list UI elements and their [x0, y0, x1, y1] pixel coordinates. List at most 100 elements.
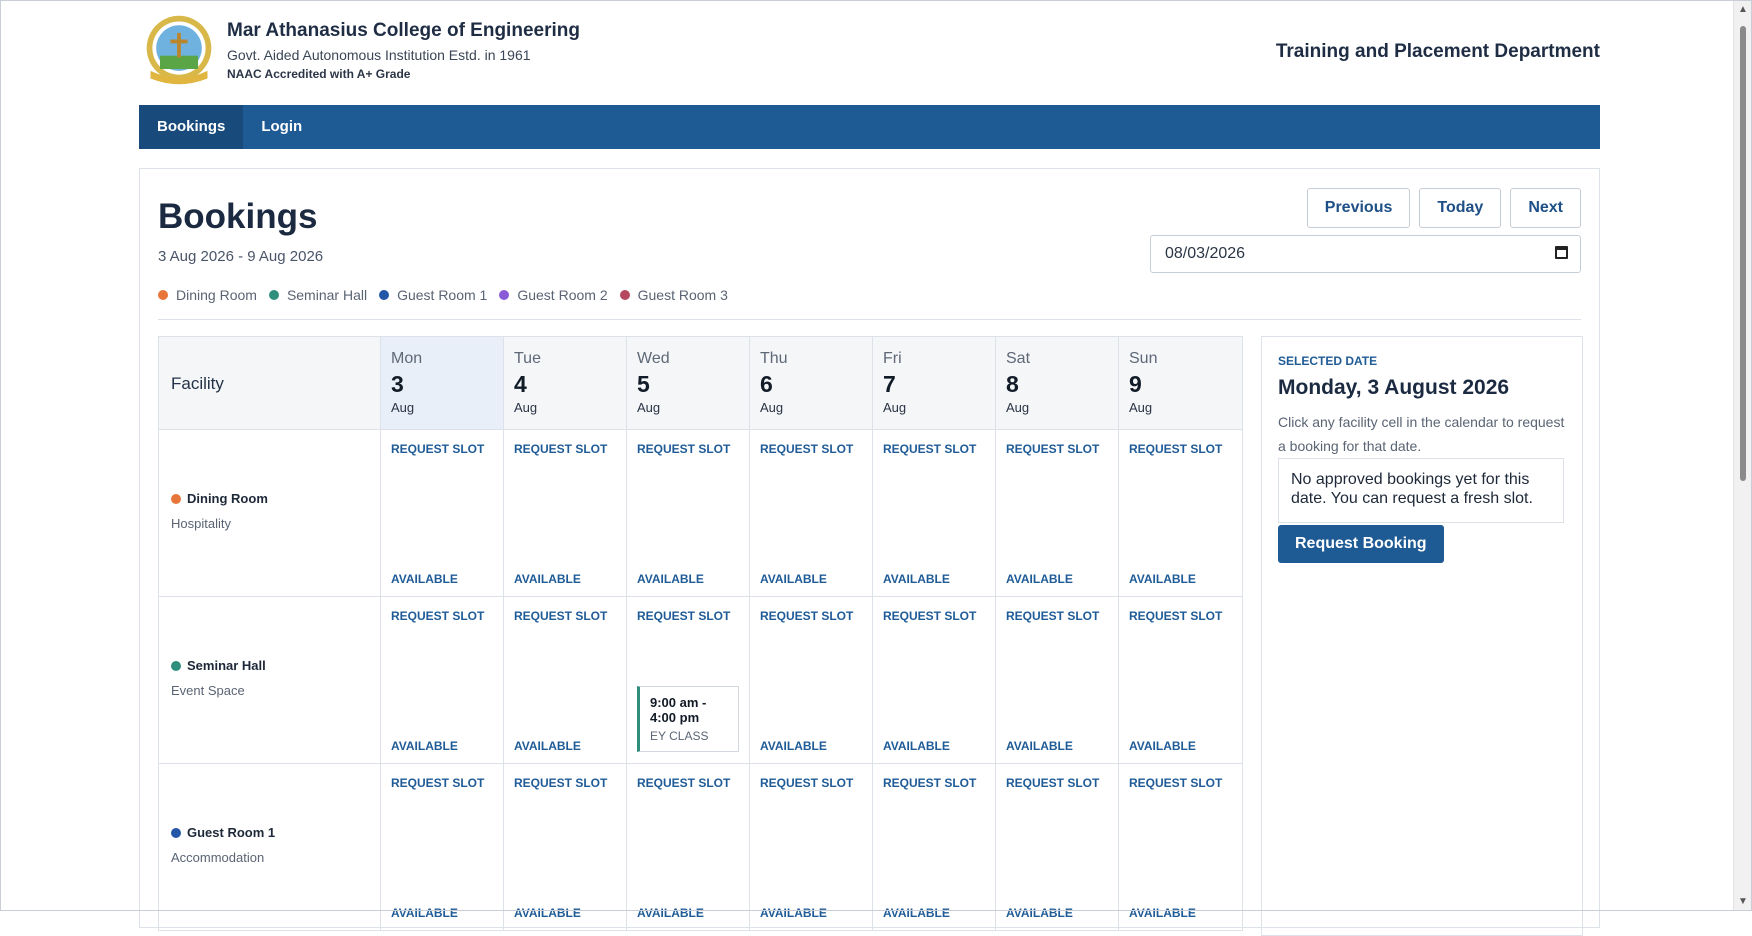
request-slot-link[interactable]: REQUEST SLOT	[637, 442, 730, 456]
request-slot-link[interactable]: REQUEST SLOT	[514, 609, 607, 623]
request-slot-link[interactable]: REQUEST SLOT	[883, 609, 976, 623]
facility-name: Guest Room 1	[171, 825, 275, 840]
day-header[interactable]: Mon 3 Aug	[381, 337, 504, 429]
slot-cell[interactable]: REQUEST SLOT 9:00 am - 4:00 pm EY CLASS	[627, 597, 750, 763]
request-slot-link[interactable]: REQUEST SLOT	[1006, 609, 1099, 623]
legend-item: Guest Room 2	[499, 287, 608, 303]
calendar-header-row: Facility Mon 3 Aug Tue 4 Aug Wed 5 Aug Thu 6 Aug…	[159, 337, 1242, 430]
slot-cell[interactable]: REQUEST SLOT AVAILABLE	[873, 764, 996, 930]
slot-cell[interactable]: REQUEST SLOT AVAILABLE	[504, 764, 627, 930]
availability-status: AVAILABLE	[391, 572, 458, 586]
availability-status: AVAILABLE	[1129, 572, 1196, 586]
availability-status: AVAILABLE	[760, 572, 827, 586]
legend-label: Dining Room	[176, 287, 257, 303]
slot-cell[interactable]: REQUEST SLOT AVAILABLE	[873, 430, 996, 596]
slot-cell[interactable]: REQUEST SLOT AVAILABLE	[381, 764, 504, 930]
availability-status: AVAILABLE	[514, 906, 581, 920]
facility-name: Seminar Hall	[171, 658, 266, 673]
request-booking-button[interactable]: Request Booking	[1278, 525, 1444, 563]
request-slot-link[interactable]: REQUEST SLOT	[883, 776, 976, 790]
slot-cell[interactable]: REQUEST SLOT AVAILABLE	[750, 430, 873, 596]
request-slot-link[interactable]: REQUEST SLOT	[637, 776, 730, 790]
slot-cell[interactable]: REQUEST SLOT AVAILABLE	[381, 597, 504, 763]
day-month: Aug	[391, 400, 415, 415]
facility-legend: Dining Room Seminar Hall Guest Room 1 Gu…	[158, 287, 728, 303]
request-slot-link[interactable]: REQUEST SLOT	[1006, 442, 1099, 456]
day-month: Aug	[637, 400, 661, 415]
scroll-up-icon[interactable]: ▲	[1738, 4, 1748, 15]
slot-cell[interactable]: REQUEST SLOT AVAILABLE	[381, 430, 504, 596]
day-header[interactable]: Sat 8 Aug	[996, 337, 1119, 429]
request-slot-link[interactable]: REQUEST SLOT	[1129, 442, 1222, 456]
scrollbar-thumb[interactable]	[1740, 26, 1746, 481]
availability-status: AVAILABLE	[883, 739, 950, 753]
divider	[158, 319, 1581, 320]
college-name: Mar Athanasius College of Engineering	[227, 20, 580, 41]
day-header[interactable]: Sun 9 Aug	[1119, 337, 1242, 429]
slot-cell[interactable]: REQUEST SLOT AVAILABLE	[996, 430, 1119, 596]
selected-date-panel: SELECTED DATE Monday, 3 August 2026 Clic…	[1261, 336, 1583, 936]
day-month: Aug	[883, 400, 907, 415]
booking-event[interactable]: 9:00 am - 4:00 pm EY CLASS	[637, 686, 739, 752]
slot-cell[interactable]: REQUEST SLOT AVAILABLE	[750, 764, 873, 930]
nav-bookings[interactable]: Bookings	[139, 105, 244, 149]
request-slot-link[interactable]: REQUEST SLOT	[760, 442, 853, 456]
legend-dot	[619, 290, 630, 300]
facility-name-label: Seminar Hall	[187, 658, 266, 673]
event-time: 9:00 am - 4:00 pm	[650, 695, 707, 725]
slot-cell[interactable]: REQUEST SLOT AVAILABLE	[1119, 597, 1242, 763]
request-slot-link[interactable]: REQUEST SLOT	[514, 442, 607, 456]
slot-cell[interactable]: REQUEST SLOT AVAILABLE	[504, 430, 627, 596]
facility-color-dot	[171, 827, 181, 838]
day-number: 7	[883, 371, 896, 397]
availability-status: AVAILABLE	[391, 739, 458, 753]
availability-status: AVAILABLE	[514, 739, 581, 753]
request-slot-link[interactable]: REQUEST SLOT	[760, 609, 853, 623]
slot-cell[interactable]: REQUEST SLOT AVAILABLE	[1119, 430, 1242, 596]
slot-cell[interactable]: REQUEST SLOT AVAILABLE	[627, 764, 750, 930]
selected-date-value: Monday, 3 August 2026	[1278, 376, 1510, 399]
day-of-week: Fri	[883, 350, 902, 367]
nav-login[interactable]: Login	[243, 105, 320, 149]
day-header[interactable]: Tue 4 Aug	[504, 337, 627, 429]
request-slot-link[interactable]: REQUEST SLOT	[391, 442, 484, 456]
slot-cell[interactable]: REQUEST SLOT AVAILABLE	[1119, 764, 1242, 930]
facility-row-dining-room: Dining Room Hospitality REQUEST SLOT AVAI…	[159, 430, 1242, 597]
request-slot-link[interactable]: REQUEST SLOT	[883, 442, 976, 456]
request-slot-link[interactable]: REQUEST SLOT	[1129, 609, 1222, 623]
request-slot-link[interactable]: REQUEST SLOT	[760, 776, 853, 790]
day-number: 9	[1129, 371, 1142, 397]
request-slot-link[interactable]: REQUEST SLOT	[391, 776, 484, 790]
slot-cell[interactable]: REQUEST SLOT AVAILABLE	[504, 597, 627, 763]
availability-status: AVAILABLE	[760, 739, 827, 753]
request-slot-link[interactable]: REQUEST SLOT	[391, 609, 484, 623]
today-button[interactable]: Today	[1419, 188, 1502, 228]
date-picker-input[interactable]: 08/03/2026	[1150, 235, 1581, 273]
college-logo	[146, 15, 212, 85]
request-slot-link[interactable]: REQUEST SLOT	[637, 609, 730, 623]
scroll-down-icon[interactable]: ▼	[1738, 896, 1748, 907]
page-scrollbar[interactable]: ▲ ▼	[1733, 0, 1752, 911]
slot-cell[interactable]: REQUEST SLOT AVAILABLE	[873, 597, 996, 763]
day-number: 5	[637, 371, 650, 397]
request-slot-link[interactable]: REQUEST SLOT	[514, 776, 607, 790]
availability-status: AVAILABLE	[1006, 572, 1073, 586]
legend-item: Guest Room 3	[619, 287, 728, 303]
day-header[interactable]: Thu 6 Aug	[750, 337, 873, 429]
day-header[interactable]: Fri 7 Aug	[873, 337, 996, 429]
day-month: Aug	[514, 400, 538, 415]
facility-name: Dining Room	[171, 491, 268, 506]
request-slot-link[interactable]: REQUEST SLOT	[1129, 776, 1222, 790]
main-nav: Bookings Login	[139, 105, 1600, 149]
previous-button[interactable]: Previous	[1306, 188, 1411, 228]
slot-cell[interactable]: REQUEST SLOT AVAILABLE	[996, 597, 1119, 763]
calendar-icon[interactable]	[1555, 246, 1568, 259]
week-navigation: Previous Today Next	[1306, 188, 1581, 228]
slot-cell[interactable]: REQUEST SLOT AVAILABLE	[996, 764, 1119, 930]
request-slot-link[interactable]: REQUEST SLOT	[1006, 776, 1099, 790]
slot-cell[interactable]: REQUEST SLOT AVAILABLE	[750, 597, 873, 763]
next-button[interactable]: Next	[1510, 188, 1581, 228]
day-header[interactable]: Wed 5 Aug	[627, 337, 750, 429]
facility-color-dot	[171, 493, 181, 504]
slot-cell[interactable]: REQUEST SLOT AVAILABLE	[627, 430, 750, 596]
